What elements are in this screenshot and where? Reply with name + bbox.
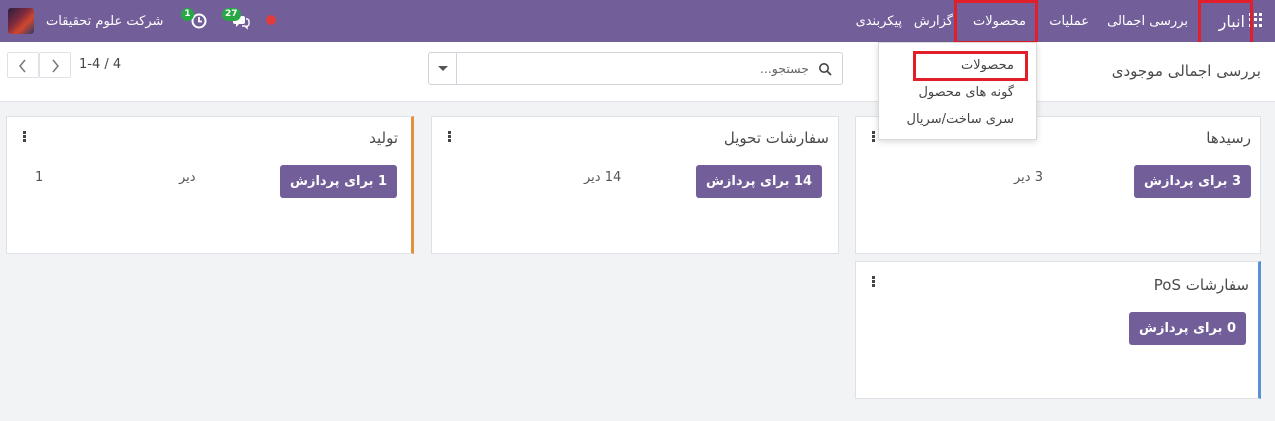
pager-value[interactable]: 1-4 / 4 <box>79 57 121 72</box>
card-pos-orders[interactable]: سفارشات PoS 0 برای پردازش <box>855 261 1261 399</box>
kebab-menu-icon[interactable] <box>872 276 875 287</box>
products-dropdown-menu: محصولات گونه های محصول سری ساخت/سریال <box>878 42 1037 140</box>
search-box <box>428 52 843 85</box>
to-process-button[interactable]: 3 برای پردازش <box>1134 165 1251 198</box>
pager-next-button[interactable] <box>39 52 71 78</box>
card-title[interactable]: تولید <box>369 129 398 147</box>
company-switcher[interactable]: شرکت علوم تحقیقات <box>46 0 163 42</box>
chevron-right-icon <box>52 59 59 73</box>
dropdown-item-product-categories[interactable]: گونه های محصول <box>918 85 1014 100</box>
menu-operations[interactable]: عملیات <box>1049 0 1089 42</box>
menu-overview[interactable]: بررسی اجمالی <box>1107 0 1188 42</box>
card-manufacturing[interactable]: تولید 1 برای پردازش دیر 1 <box>6 116 414 254</box>
card-title[interactable]: رسیدها <box>1206 129 1251 147</box>
kebab-menu-icon[interactable] <box>23 131 26 142</box>
late-label[interactable]: دیر <box>179 170 196 185</box>
card-title[interactable]: سفارشات تحویل <box>724 129 829 147</box>
search-icon <box>819 63 832 76</box>
pager-previous-button[interactable] <box>7 52 39 78</box>
messages-badge: 27 <box>222 8 241 21</box>
late-link[interactable]: 14 دیر <box>584 170 621 185</box>
control-panel: بررسی اجمالی موجودی 1-4 / 4 <box>0 42 1275 102</box>
record-dot-icon <box>266 15 276 25</box>
kebab-menu-icon[interactable] <box>872 131 875 142</box>
caret-down-icon[interactable] <box>429 53 457 84</box>
card-delivery-orders[interactable]: سفارشات تحویل 14 برای پردازش 14 دیر <box>431 116 839 254</box>
kebab-menu-icon[interactable] <box>448 131 451 142</box>
menu-configuration[interactable]: پیکربندی <box>856 0 902 42</box>
menu-reporting[interactable]: گزارش <box>914 0 953 42</box>
user-avatar[interactable] <box>8 8 34 34</box>
dropdown-item-lots-serials[interactable]: سری ساخت/سریال <box>907 112 1015 127</box>
chevron-left-icon <box>19 59 26 73</box>
app-name[interactable]: انبار <box>1219 0 1245 42</box>
activity-badge: 1 <box>181 8 194 21</box>
dropdown-item-products[interactable]: محصولات <box>961 58 1014 73</box>
menu-products[interactable]: محصولات <box>973 0 1026 42</box>
to-process-button[interactable]: 0 برای پردازش <box>1129 312 1246 345</box>
late-link[interactable]: 3 دیر <box>1014 170 1043 185</box>
page-title: بررسی اجمالی موجودی <box>1111 62 1261 80</box>
apps-grid-icon[interactable] <box>1249 13 1263 27</box>
late-count[interactable]: 1 <box>35 170 43 185</box>
to-process-button[interactable]: 14 برای پردازش <box>695 165 822 198</box>
card-title[interactable]: سفارشات PoS <box>1154 276 1249 294</box>
search-input[interactable] <box>459 53 815 84</box>
top-navbar: انبار بررسی اجمالی عملیات محصولات گزارش … <box>0 0 1275 42</box>
to-process-button[interactable]: 1 برای پردازش <box>280 165 397 198</box>
